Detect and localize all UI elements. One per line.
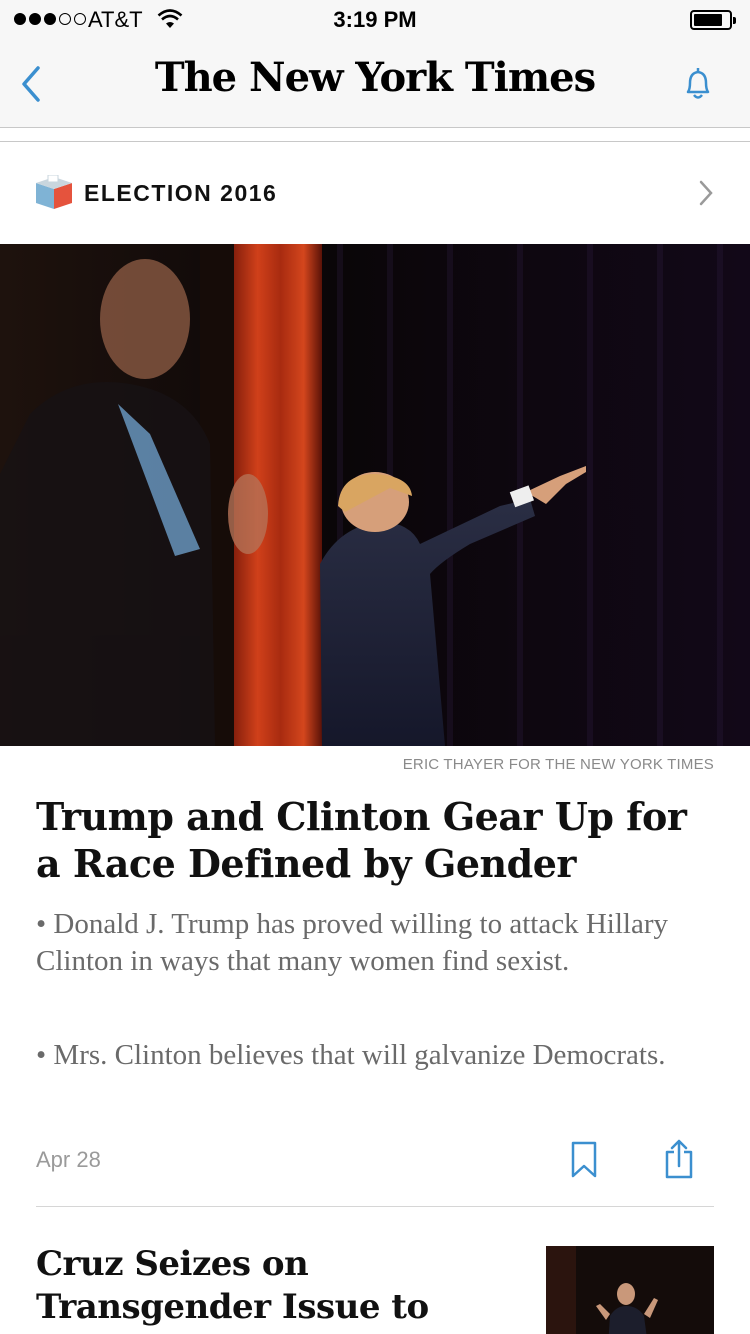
article-divider — [36, 1206, 714, 1207]
bell-icon[interactable] — [676, 62, 720, 106]
share-icon[interactable] — [664, 1138, 694, 1180]
ballot-box-icon — [36, 175, 72, 209]
hero-photo-illustration — [0, 244, 750, 746]
summary-bullet-2: • Mrs. Clinton believes that will galvan… — [36, 1039, 666, 1071]
nav-bar: The New York Times — [0, 40, 750, 128]
status-bar: AT&T 3:19 PM — [0, 0, 750, 40]
chevron-right-icon — [699, 180, 713, 206]
next-article-thumbnail[interactable] — [546, 1246, 714, 1334]
summary-bullet-1: • Donald J. Trump has proved willing to … — [36, 908, 668, 977]
hero-photo[interactable] — [0, 244, 750, 746]
thumbnail-illustration — [546, 1246, 714, 1334]
battery-icon — [690, 10, 736, 30]
bookmark-icon[interactable] — [570, 1140, 598, 1180]
nav-divider-strip — [0, 129, 750, 142]
section-label: ELECTION 2016 — [84, 180, 278, 206]
masthead-logo[interactable]: The New York Times — [0, 54, 750, 101]
photo-credit: ERIC THAYER FOR THE NEW YORK TIMES — [402, 756, 714, 773]
article-date: Apr 28 — [36, 1147, 101, 1172]
status-time: 3:19 PM — [333, 7, 417, 32]
article-headline[interactable]: Trump and Clinton Gear Up for a Race Def… — [36, 793, 716, 887]
section-row-election[interactable]: ELECTION 2016 — [0, 143, 750, 243]
next-article-headline[interactable]: Cruz Seizes on Transgender Issue to Atta… — [36, 1243, 516, 1334]
